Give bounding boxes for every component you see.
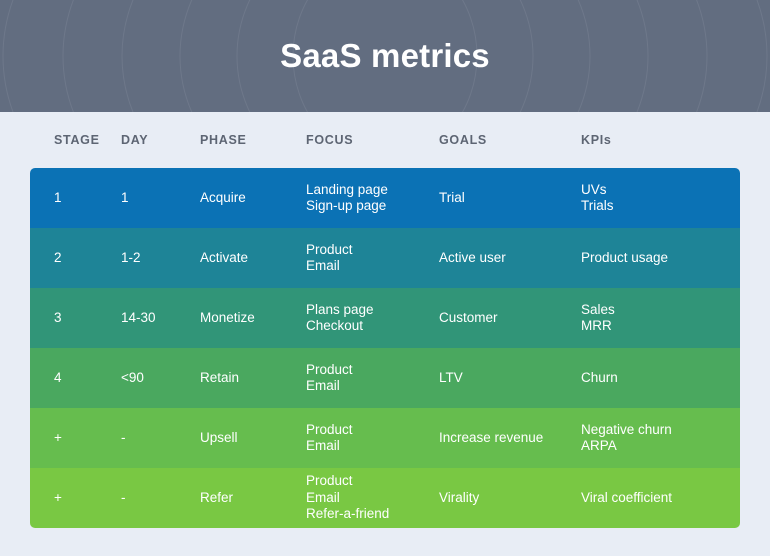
cell-kpis: Viral coefficient (581, 489, 673, 505)
cell-kpis: UVs Trials (581, 181, 614, 214)
cell-phase: Upsell (200, 429, 238, 445)
cell-phase: Retain (200, 369, 240, 385)
cell-goals: Virality (439, 489, 480, 505)
column-header-day: DAY (121, 133, 149, 147)
cell-phase: Monetize (200, 309, 255, 325)
cell-kpis: Sales MRR (581, 301, 615, 334)
table-body: 1 1 Acquire Landing page Sign-up page Tr… (30, 168, 740, 528)
page-title: SaaS metrics (280, 37, 490, 74)
cell-kpis: Churn (581, 369, 618, 385)
cell-goals: Customer (439, 309, 498, 325)
cell-stage: 1 (54, 189, 62, 205)
column-header-kpis: KPIs (581, 133, 612, 147)
cell-focus: Product Email (306, 361, 353, 394)
cell-stage: + (54, 429, 62, 445)
cell-stage: 2 (54, 249, 62, 265)
table-row: 3 14-30 Monetize Plans page Checkout Cus… (30, 288, 740, 348)
cell-phase: Activate (200, 249, 249, 265)
table-header-row: STAGE DAY PHASE FOCUS GOALS KPIs (30, 112, 740, 168)
cell-goals: Increase revenue (439, 429, 544, 445)
page-banner: SaaS metrics (0, 0, 770, 112)
cell-day: <90 (121, 369, 144, 385)
cell-goals: Trial (439, 189, 465, 205)
cell-kpis: Negative churn ARPA (581, 421, 672, 454)
table-row: 2 1-2 Activate Product Email Active user… (30, 228, 740, 288)
cell-stage: 3 (54, 309, 62, 325)
cell-focus: Product Email (306, 241, 353, 274)
cell-goals: Active user (439, 249, 506, 265)
cell-stage: 4 (54, 369, 62, 385)
metrics-table: STAGE DAY PHASE FOCUS GOALS KPIs 1 1 Acq… (30, 112, 740, 528)
column-header-goals: GOALS (439, 133, 487, 147)
cell-focus: Product Email (306, 421, 353, 454)
table-row: 4 <90 Retain Product Email LTV Churn (30, 348, 740, 408)
column-header-focus: FOCUS (306, 133, 354, 147)
table-row: + - Refer Product Email Refer-a-friend V… (30, 468, 740, 528)
cell-phase: Acquire (200, 189, 246, 205)
table-row: + - Upsell Product Email Increase revenu… (30, 408, 740, 468)
cell-goals: LTV (439, 369, 463, 385)
cell-day: 1-2 (121, 249, 141, 265)
cell-phase: Refer (200, 489, 234, 505)
cell-kpis: Product usage (581, 249, 669, 265)
cell-focus: Landing page Sign-up page (306, 181, 388, 214)
table-row: 1 1 Acquire Landing page Sign-up page Tr… (30, 168, 740, 228)
cell-focus: Product Email Refer-a-friend (306, 473, 390, 522)
cell-focus: Plans page Checkout (306, 301, 374, 334)
cell-day: 14-30 (121, 309, 156, 325)
cell-stage: + (54, 489, 62, 505)
column-header-phase: PHASE (200, 133, 247, 147)
cell-day: - (121, 429, 126, 445)
cell-day: - (121, 489, 126, 505)
column-header-stage: STAGE (54, 133, 100, 147)
cell-day: 1 (121, 189, 129, 205)
